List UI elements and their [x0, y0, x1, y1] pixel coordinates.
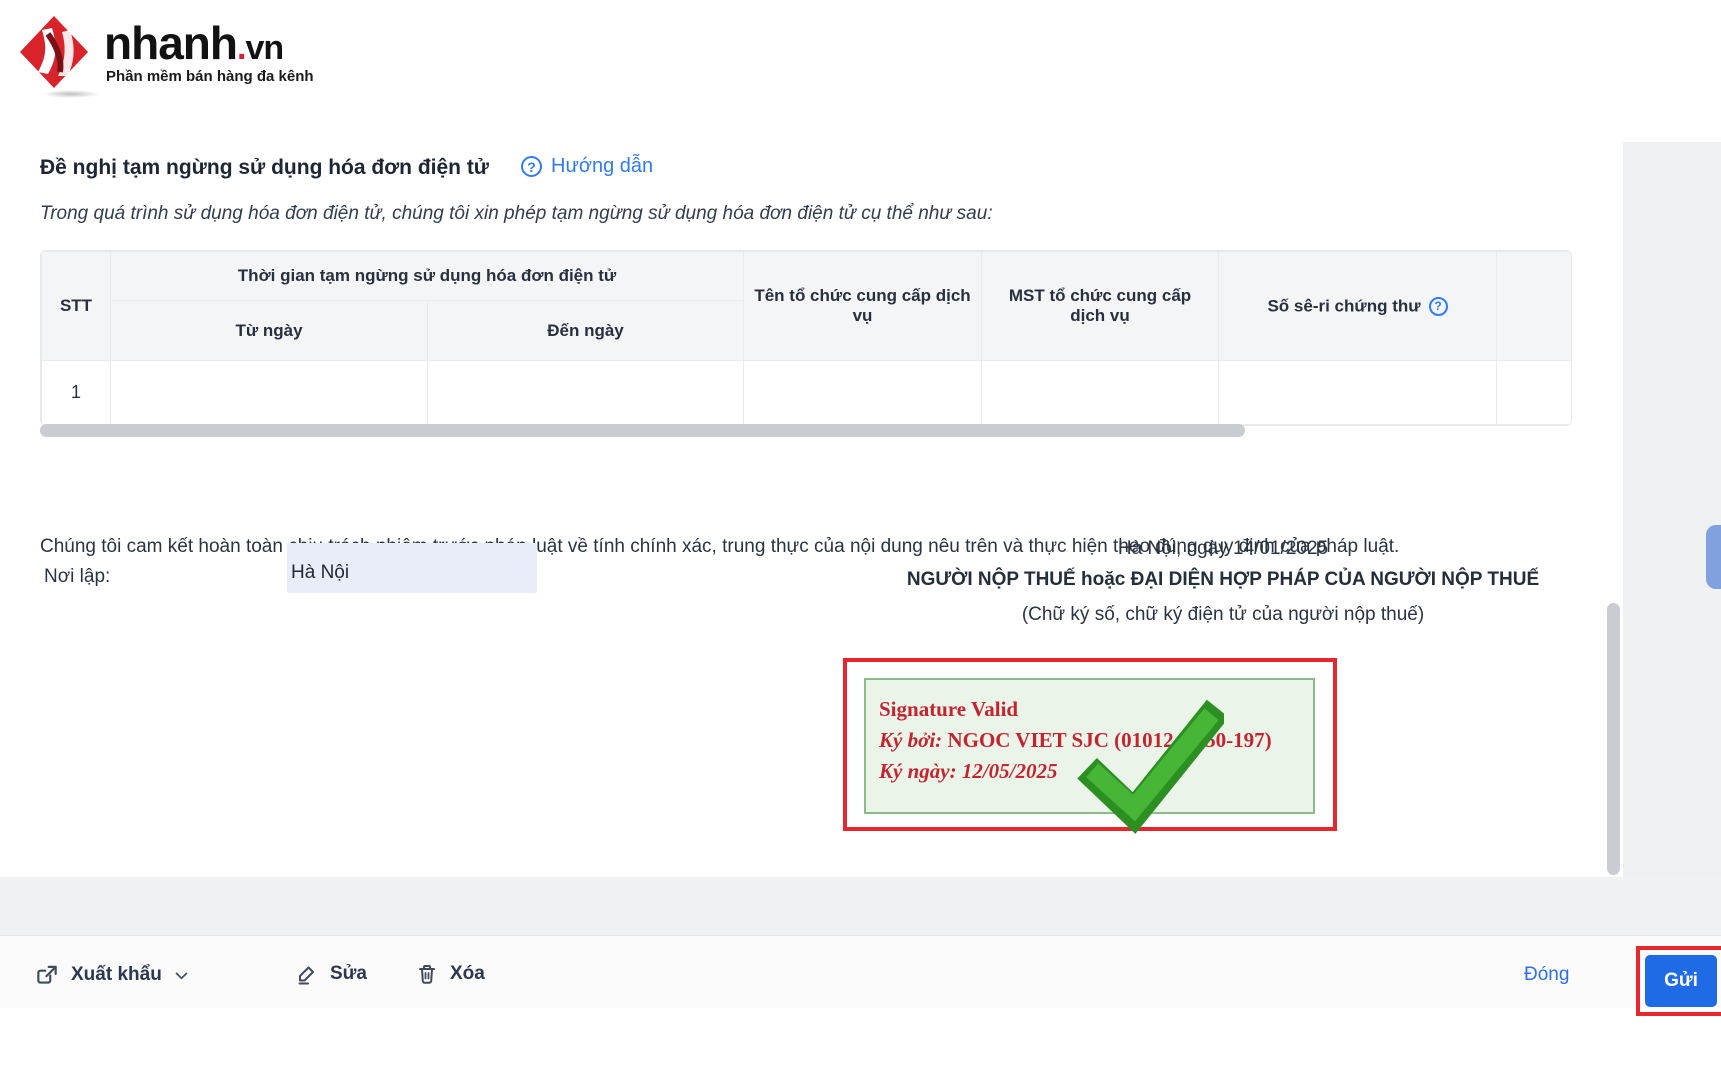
cell-provider-mst[interactable]	[982, 361, 1219, 425]
signer-subtitle: (Chữ ký số, chữ ký điện tử của người nộp…	[868, 604, 1578, 626]
brand-logo: nhanh.vn Phần mềm bán hàng đa kênh	[16, 10, 316, 94]
place-input[interactable]	[287, 543, 537, 593]
pencil-icon	[295, 962, 319, 986]
modal-backdrop-bottom	[0, 877, 1721, 935]
delete-button[interactable]: Xóa	[415, 962, 485, 986]
close-button[interactable]: Đóng	[1520, 956, 1573, 994]
table-row: 1	[42, 361, 1572, 425]
export-icon	[34, 962, 60, 988]
brand-tagline: Phần mềm bán hàng đa kênh	[106, 68, 314, 85]
export-button[interactable]: Xuất khẩu	[34, 962, 190, 988]
cell-serial[interactable]	[1219, 361, 1497, 425]
suspension-table: STT Thời gian tạm ngừng sử dụng hóa đơn …	[40, 250, 1572, 426]
signature-stamp-body: Signature Valid Ký bởi: NGOC VIET SJC (0…	[864, 678, 1315, 814]
export-label: Xuất khẩu	[71, 964, 162, 986]
horizontal-scrollbar[interactable]	[40, 424, 1245, 437]
brand-name: nhanh.vn	[104, 16, 283, 70]
signer-title: NGƯỜI NỘP THUẾ hoặc ĐẠI DIỆN HỢP PHÁP CỦ…	[868, 569, 1578, 591]
edge-cutoff-button[interactable]	[1706, 525, 1721, 589]
page-title: Đề nghị tạm ngừng sử dụng hóa đơn điện t…	[40, 156, 489, 180]
col-header-serial: Số sê-ri chứng thư?	[1219, 252, 1497, 361]
cell-stt: 1	[42, 361, 111, 425]
help-icon: ?	[521, 156, 542, 177]
col-header-stt: STT	[42, 252, 111, 361]
trash-icon	[415, 962, 439, 986]
chevron-down-icon	[173, 967, 190, 984]
edit-label: Sửa	[330, 963, 367, 985]
signing-column: Hà Nội, ngày 14/01/2025 NGƯỜI NỘP THUẾ h…	[868, 538, 1578, 626]
col-header-to: Đến ngày	[428, 301, 744, 361]
col-header-serial-label: Số sê-ri chứng thư	[1267, 296, 1420, 315]
brand-logo-shadow	[42, 90, 100, 98]
cell-to[interactable]	[428, 361, 744, 425]
col-header-provider-mst: MST tổ chức cung cấp dịch vụ	[982, 252, 1219, 361]
cell-from[interactable]	[111, 361, 428, 425]
signing-date-line: Hà Nội, ngày 14/01/2025	[868, 538, 1578, 560]
serial-help-icon[interactable]: ?	[1429, 297, 1448, 316]
col-header-from: Từ ngày	[111, 301, 428, 361]
cell-extra	[1497, 361, 1572, 425]
help-link-label: Hướng dẫn	[551, 155, 653, 178]
submit-button[interactable]: Gửi	[1645, 955, 1717, 1007]
signature-stamp: Signature Valid Ký bởi: NGOC VIET SJC (0…	[843, 658, 1337, 831]
vertical-scrollbar[interactable]	[1607, 603, 1620, 875]
col-header-time-group: Thời gian tạm ngừng sử dụng hóa đơn điện…	[111, 252, 744, 301]
footer-toolbar	[0, 935, 1721, 1008]
brand-logo-icon	[18, 14, 90, 90]
cell-provider-name[interactable]	[744, 361, 982, 425]
help-link[interactable]: ? Hướng dẫn	[521, 155, 653, 178]
edit-button[interactable]: Sửa	[295, 962, 367, 986]
col-header-extra	[1497, 252, 1572, 361]
delete-label: Xóa	[450, 963, 485, 985]
intro-text: Trong quá trình sử dụng hóa đơn điện tử,…	[40, 203, 993, 225]
checkmark-icon	[1074, 698, 1224, 838]
place-label: Nơi lập:	[44, 566, 110, 588]
col-header-provider-name: Tên tổ chức cung cấp dịch vụ	[744, 252, 982, 361]
